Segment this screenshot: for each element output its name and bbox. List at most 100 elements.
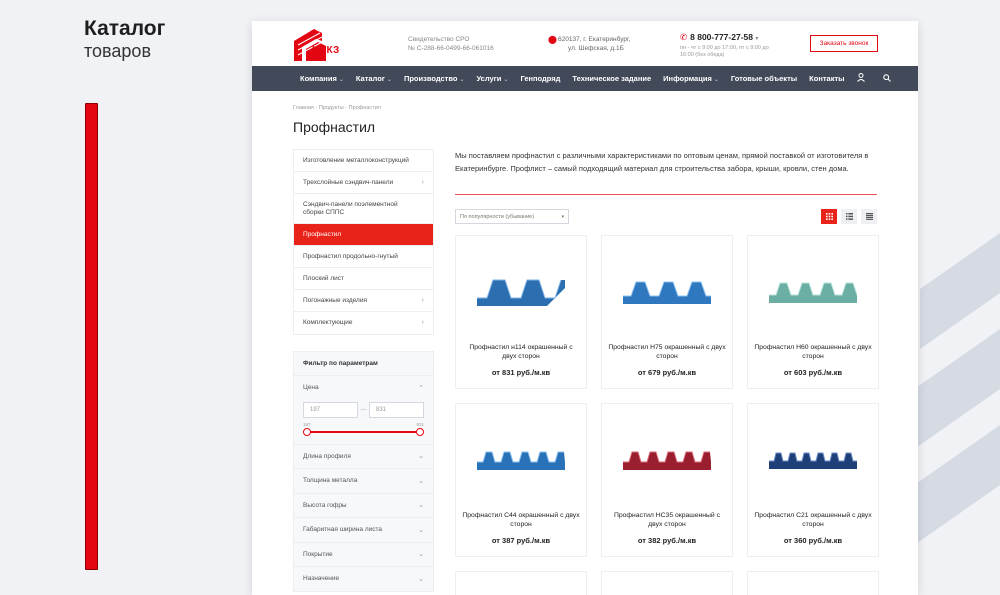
chevron-down-icon: ⌄ bbox=[418, 526, 424, 534]
filter-corrugation-height[interactable]: Высота гофры ⌄ bbox=[294, 492, 433, 518]
slider-min-handle[interactable] bbox=[303, 427, 311, 436]
chevron-right-icon: › bbox=[421, 319, 424, 326]
price-to-input[interactable]: 831 bbox=[369, 401, 424, 418]
price-range: 197 — 831 197 831 bbox=[294, 401, 433, 444]
main-nav: Компания ⌄ Каталог ⌄ Производство ⌄ Услуги ⌄… bbox=[252, 66, 918, 91]
breadcrumb-products[interactable]: Продукты bbox=[319, 105, 344, 111]
sro-line2: № С-288-66-0499-66-061016 bbox=[408, 45, 494, 52]
product-image[interactable] bbox=[748, 424, 878, 494]
user-icon[interactable] bbox=[856, 73, 865, 84]
product-price: от 382 руб./м.кв bbox=[637, 536, 697, 545]
product-card[interactable]: Профнастил С21 окрашенный с двух сторон … bbox=[747, 403, 879, 557]
sidebar-item-metal-structures[interactable]: Изготовление металлоконструкций bbox=[294, 150, 433, 172]
presentation-title-line1: Каталог bbox=[84, 17, 166, 40]
nav-item-objects[interactable]: Готовые объекты bbox=[731, 74, 797, 83]
product-price: от 603 руб./м.кв bbox=[783, 368, 843, 377]
parameter-filter: Фильтр по параметрам Цена ⌃ 197 — 831 197… bbox=[293, 351, 434, 592]
product-image[interactable] bbox=[602, 256, 732, 326]
grid-view-icon[interactable] bbox=[821, 209, 837, 224]
product-card[interactable]: Профнастил НС35 окрашенный с двух сторон… bbox=[601, 403, 733, 557]
address-line1: 620137, г. Екатеринбург, bbox=[558, 36, 631, 43]
product-card[interactable]: Профнастил н114 окрашенный с двух сторон… bbox=[455, 235, 587, 389]
product-name[interactable]: Профнастил НС35 окрашенный с двух сторон bbox=[608, 511, 726, 529]
website-frame: ЦСКЗ Свидетельство СРО № С-288-66-0499-6… bbox=[252, 21, 918, 595]
filter-title: Фильтр по параметрам bbox=[303, 360, 378, 367]
chevron-down-icon: ⌄ bbox=[418, 575, 424, 583]
nav-item-general-contract[interactable]: Генподряд bbox=[520, 74, 560, 83]
product-card-partial[interactable] bbox=[455, 571, 587, 595]
product-image[interactable] bbox=[602, 424, 732, 494]
nav-item-company[interactable]: Компания ⌄ bbox=[300, 74, 344, 83]
presentation-title: Каталог товаров bbox=[84, 18, 165, 62]
product-name[interactable]: Профнастил С21 окрашенный с двух сторон bbox=[754, 511, 872, 529]
phone-icon: ✆ bbox=[680, 32, 688, 42]
product-name[interactable]: Профнастил Н75 окрашенный с двух сторон bbox=[608, 343, 726, 361]
product-card[interactable]: Профнастил Н75 окрашенный с двух сторон … bbox=[601, 235, 733, 389]
table-view-icon[interactable] bbox=[861, 209, 877, 224]
divider bbox=[455, 194, 877, 195]
address-line2: ул. Шефская, д.1Б bbox=[568, 45, 624, 52]
product-image[interactable] bbox=[748, 256, 878, 326]
product-name[interactable]: Профнастил Н60 окрашенный с двух сторон bbox=[754, 343, 872, 361]
breadcrumb: Главная - Продукты - Профнастил bbox=[293, 105, 381, 111]
phone-number[interactable]: ✆ 8 800-777-27-58 ▾ bbox=[680, 32, 780, 43]
product-card-partial[interactable] bbox=[601, 571, 733, 595]
search-icon[interactable] bbox=[882, 73, 891, 84]
chevron-down-icon: ⌄ bbox=[418, 477, 424, 485]
filter-price-header[interactable]: Цена ⌃ bbox=[294, 375, 433, 400]
range-max-label: 831 bbox=[416, 421, 424, 427]
product-name[interactable]: Профнастил н114 окрашенный с двух сторон bbox=[462, 343, 580, 361]
filter-coating[interactable]: Покрытие ⌄ bbox=[294, 541, 433, 567]
nav-item-services[interactable]: Услуги ⌄ bbox=[476, 74, 508, 83]
nav-item-catalog[interactable]: Каталог ⌄ bbox=[356, 74, 392, 83]
chevron-right-icon: › bbox=[421, 296, 424, 304]
range-min-label: 197 bbox=[303, 421, 311, 427]
location-pin-icon: ⬤ bbox=[548, 35, 557, 44]
accent-bar bbox=[85, 103, 98, 570]
sidebar: Изготовление металлоконструкций Трехслой… bbox=[293, 149, 434, 592]
filter-purpose[interactable]: Назначение ⌄ bbox=[294, 566, 433, 591]
logo-text: ЦСКЗ bbox=[312, 45, 340, 56]
sort-select[interactable]: По популярности (убывание) ▾ bbox=[455, 209, 569, 224]
nav-item-tech-task[interactable]: Техническое задание bbox=[572, 74, 651, 83]
list-view-icon[interactable] bbox=[841, 209, 857, 224]
slider-max-handle[interactable] bbox=[416, 427, 424, 436]
filter-profile-length[interactable]: Длина профиля ⌄ bbox=[294, 443, 433, 469]
product-card[interactable]: Профнастил Н60 окрашенный с двух сторон … bbox=[747, 235, 879, 389]
presentation-title-line2: товаров bbox=[84, 41, 152, 61]
address: ⬤ 620137, г. Екатеринбург, ул. Шефская, … bbox=[548, 35, 631, 53]
filter-sheet-width[interactable]: Габаритная ширина листа ⌄ bbox=[294, 517, 433, 542]
intro-text: Мы поставляем профнастил с различными ха… bbox=[455, 151, 869, 173]
chevron-down-icon: ⌄ bbox=[418, 551, 424, 559]
sidebar-item-profnastil[interactable]: Профнастил bbox=[294, 224, 433, 246]
nav-item-production[interactable]: Производство ⌄ bbox=[404, 74, 465, 83]
sro-certificate: Свидетельство СРО № С-288-66-0499-66-061… bbox=[408, 35, 528, 53]
product-card[interactable]: Профнастил С44 окрашенный с двух сторон … bbox=[455, 403, 587, 557]
nav-item-contacts[interactable]: Контакты bbox=[809, 74, 844, 83]
product-image[interactable] bbox=[456, 424, 586, 494]
product-price: от 387 руб./м.кв bbox=[491, 536, 551, 545]
view-switcher bbox=[821, 209, 877, 224]
sidebar-item-accessories[interactable]: Комплектующие › bbox=[294, 312, 433, 334]
product-card-partial[interactable] bbox=[747, 571, 879, 595]
price-slider[interactable] bbox=[303, 427, 424, 436]
sidebar-item-flat-sheet[interactable]: Плоский лист bbox=[294, 268, 433, 290]
filter-metal-thickness[interactable]: Толщина металла ⌄ bbox=[294, 468, 433, 493]
working-hours: пн - чт с 9:00 до 17:00, пт с 9:00 до 16… bbox=[680, 45, 769, 58]
breadcrumb-current: Профнастил bbox=[348, 105, 381, 111]
nav-item-info[interactable]: Информация ⌄ bbox=[663, 74, 719, 83]
phone-block: ✆ 8 800-777-27-58 ▾ пн - чт с 9:00 до 17:… bbox=[680, 32, 780, 59]
product-price: от 831 руб./м.кв bbox=[491, 368, 551, 377]
sidebar-item-spps[interactable]: Сэндвич-панели поэлементной сборки СППС bbox=[294, 194, 433, 224]
breadcrumb-home[interactable]: Главная bbox=[293, 105, 314, 111]
product-name[interactable]: Профнастил С44 окрашенный с двух сторон bbox=[462, 511, 580, 529]
sidebar-item-profnastil-bent[interactable]: Профнастил продольно-гнутый bbox=[294, 246, 433, 268]
page-title: Профнастил bbox=[293, 119, 376, 135]
product-image[interactable] bbox=[456, 256, 586, 326]
sidebar-item-sandwich-panels[interactable]: Трехслойные сэндвич-панели › bbox=[294, 172, 433, 194]
callback-button[interactable]: Заказать звонок bbox=[810, 35, 878, 52]
chevron-right-icon: › bbox=[421, 178, 424, 186]
product-price: от 679 руб./м.кв bbox=[637, 368, 697, 377]
sidebar-item-moldings[interactable]: Погонажные изделия › bbox=[294, 290, 433, 312]
price-from-input[interactable]: 197 bbox=[303, 401, 358, 418]
